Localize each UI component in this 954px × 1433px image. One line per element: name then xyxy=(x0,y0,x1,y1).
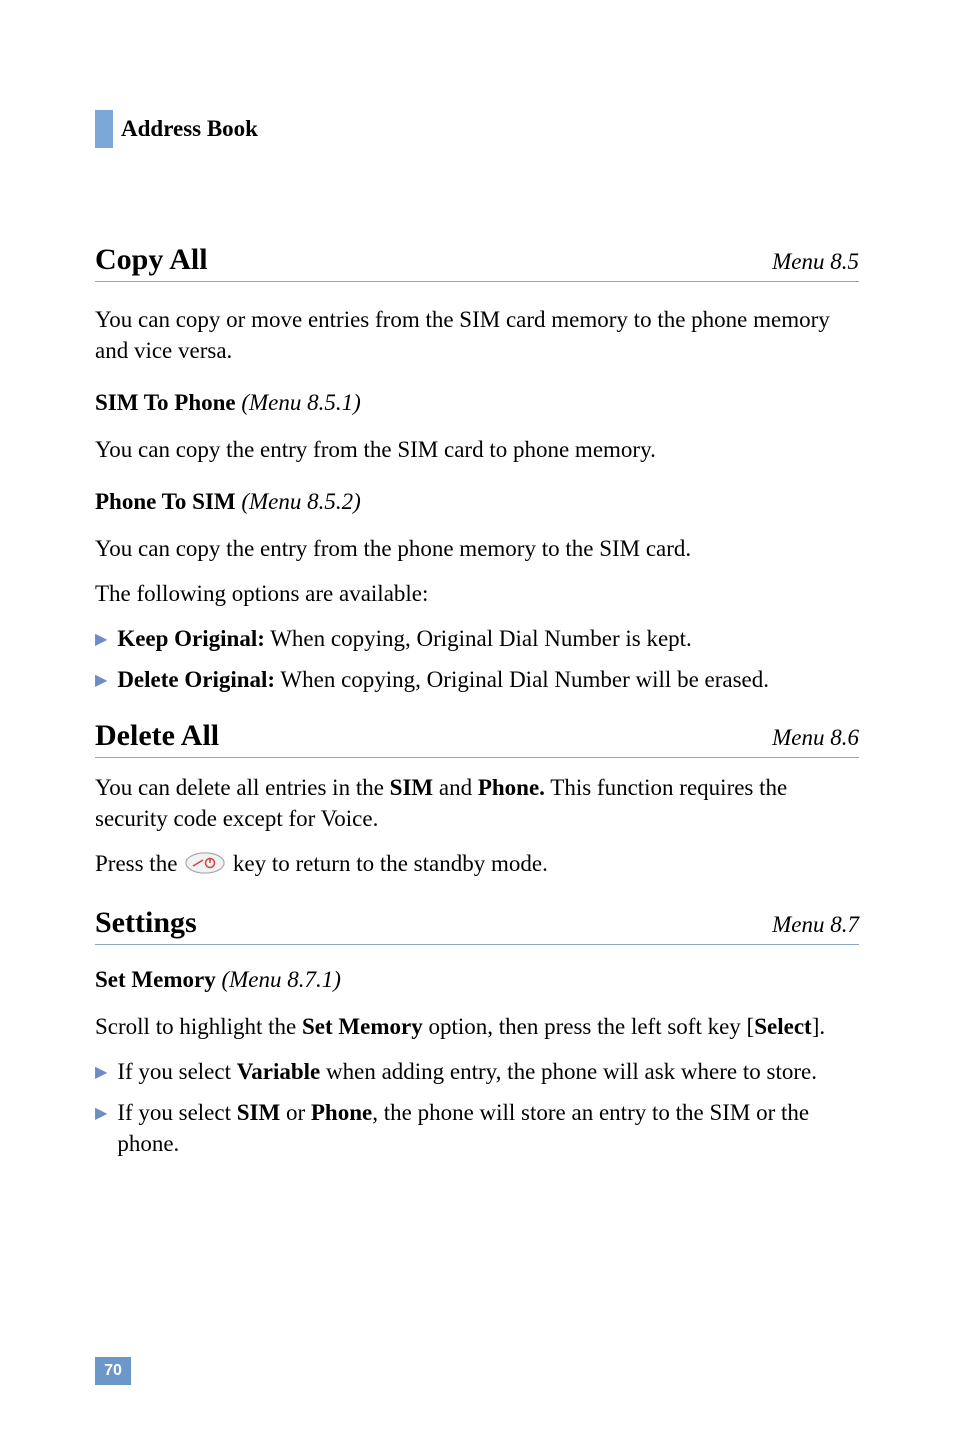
subsection-title: SIM To Phone xyxy=(95,390,236,415)
text-span: Press the xyxy=(95,851,183,876)
subsection-title: Set Memory xyxy=(95,967,216,992)
text-bold: Phone xyxy=(311,1100,372,1125)
section-settings: Settings Menu 8.7 Set Memory (Menu 8.7.1… xyxy=(95,906,859,1159)
text-span: If you select xyxy=(117,1059,236,1084)
subsection-menu-label: (Menu 8.7.1) xyxy=(221,967,340,992)
phone-to-sim-text1: You can copy the entry from the phone me… xyxy=(95,533,859,564)
bullet-bold: Delete Original: xyxy=(117,667,275,692)
text-span: Scroll to highlight the xyxy=(95,1014,302,1039)
header-title: Address Book xyxy=(121,116,258,142)
menu-label: Menu 8.5 xyxy=(772,249,859,275)
delete-all-text2: Press the key to return to the standby m… xyxy=(95,848,859,881)
subsection-menu-label: (Menu 8.5.2) xyxy=(241,489,360,514)
text-bold: SIM xyxy=(390,775,433,800)
copy-all-intro: You can copy or move entries from the SI… xyxy=(95,304,859,366)
subsection-phone-to-sim: Phone To SIM (Menu 8.5.2) xyxy=(95,489,859,515)
section-title: Copy All xyxy=(95,243,208,277)
text-bold: Variable xyxy=(237,1059,321,1084)
subsection-set-memory: Set Memory (Menu 8.7.1) xyxy=(95,967,859,993)
header-accent-bar xyxy=(95,110,113,148)
triangle-bullet-icon: ▶ xyxy=(95,1062,107,1084)
bullet-variable: ▶ If you select Variable when adding ent… xyxy=(95,1056,859,1087)
sim-to-phone-text: You can copy the entry from the SIM card… xyxy=(95,434,859,465)
section-heading-copy-all: Copy All Menu 8.5 xyxy=(95,243,859,282)
text-span: option, then press the left soft key [ xyxy=(423,1014,755,1039)
bullet-content: If you select SIM or Phone, the phone wi… xyxy=(117,1097,859,1159)
triangle-bullet-icon: ▶ xyxy=(95,629,107,651)
delete-all-text1: You can delete all entries in the SIM an… xyxy=(95,772,859,834)
text-span: key to return to the standby mode. xyxy=(227,851,548,876)
section-delete-all: Delete All Menu 8.6 You can delete all e… xyxy=(95,719,859,881)
section-heading-settings: Settings Menu 8.7 xyxy=(95,906,859,945)
text-span: ]. xyxy=(812,1014,825,1039)
page-number: 70 xyxy=(95,1357,131,1385)
bullet-sim-or-phone: ▶ If you select SIM or Phone, the phone … xyxy=(95,1097,859,1159)
phone-to-sim-text2: The following options are available: xyxy=(95,578,859,609)
text-bold: Set Memory xyxy=(302,1014,423,1039)
bullet-delete-original: ▶ Delete Original: When copying, Origina… xyxy=(95,664,859,695)
section-heading-delete-all: Delete All Menu 8.6 xyxy=(95,719,859,758)
text-bold: Phone. xyxy=(478,775,545,800)
section-title: Delete All xyxy=(95,719,219,753)
menu-label: Menu 8.6 xyxy=(772,725,859,751)
bullet-bold: Keep Original: xyxy=(117,626,265,651)
power-key-icon xyxy=(185,851,225,882)
text-span: You can delete all entries in the xyxy=(95,775,390,800)
bullet-keep-original: ▶ Keep Original: When copying, Original … xyxy=(95,623,859,654)
page-footer: 70 xyxy=(95,1357,131,1385)
bullet-content: Keep Original: When copying, Original Di… xyxy=(117,623,859,654)
text-bold: Select xyxy=(754,1014,811,1039)
menu-label: Menu 8.7 xyxy=(772,912,859,938)
section-copy-all: Copy All Menu 8.5 You can copy or move e… xyxy=(95,243,859,695)
page-header: Address Book xyxy=(95,110,859,148)
text-span: or xyxy=(280,1100,311,1125)
triangle-bullet-icon: ▶ xyxy=(95,670,107,692)
set-memory-text: Scroll to highlight the Set Memory optio… xyxy=(95,1011,859,1042)
text-span: and xyxy=(433,775,478,800)
bullet-text: When copying, Original Dial Number is ke… xyxy=(265,626,692,651)
text-span: If you select xyxy=(117,1100,236,1125)
bullet-text: When copying, Original Dial Number will … xyxy=(275,667,769,692)
section-title: Settings xyxy=(95,906,197,940)
bullet-content: If you select Variable when adding entry… xyxy=(117,1056,859,1087)
triangle-bullet-icon: ▶ xyxy=(95,1103,107,1125)
subsection-title: Phone To SIM xyxy=(95,489,236,514)
subsection-menu-label: (Menu 8.5.1) xyxy=(241,390,360,415)
text-span: when adding entry, the phone will ask wh… xyxy=(320,1059,817,1084)
bullet-content: Delete Original: When copying, Original … xyxy=(117,664,859,695)
subsection-sim-to-phone: SIM To Phone (Menu 8.5.1) xyxy=(95,390,859,416)
text-bold: SIM xyxy=(237,1100,280,1125)
